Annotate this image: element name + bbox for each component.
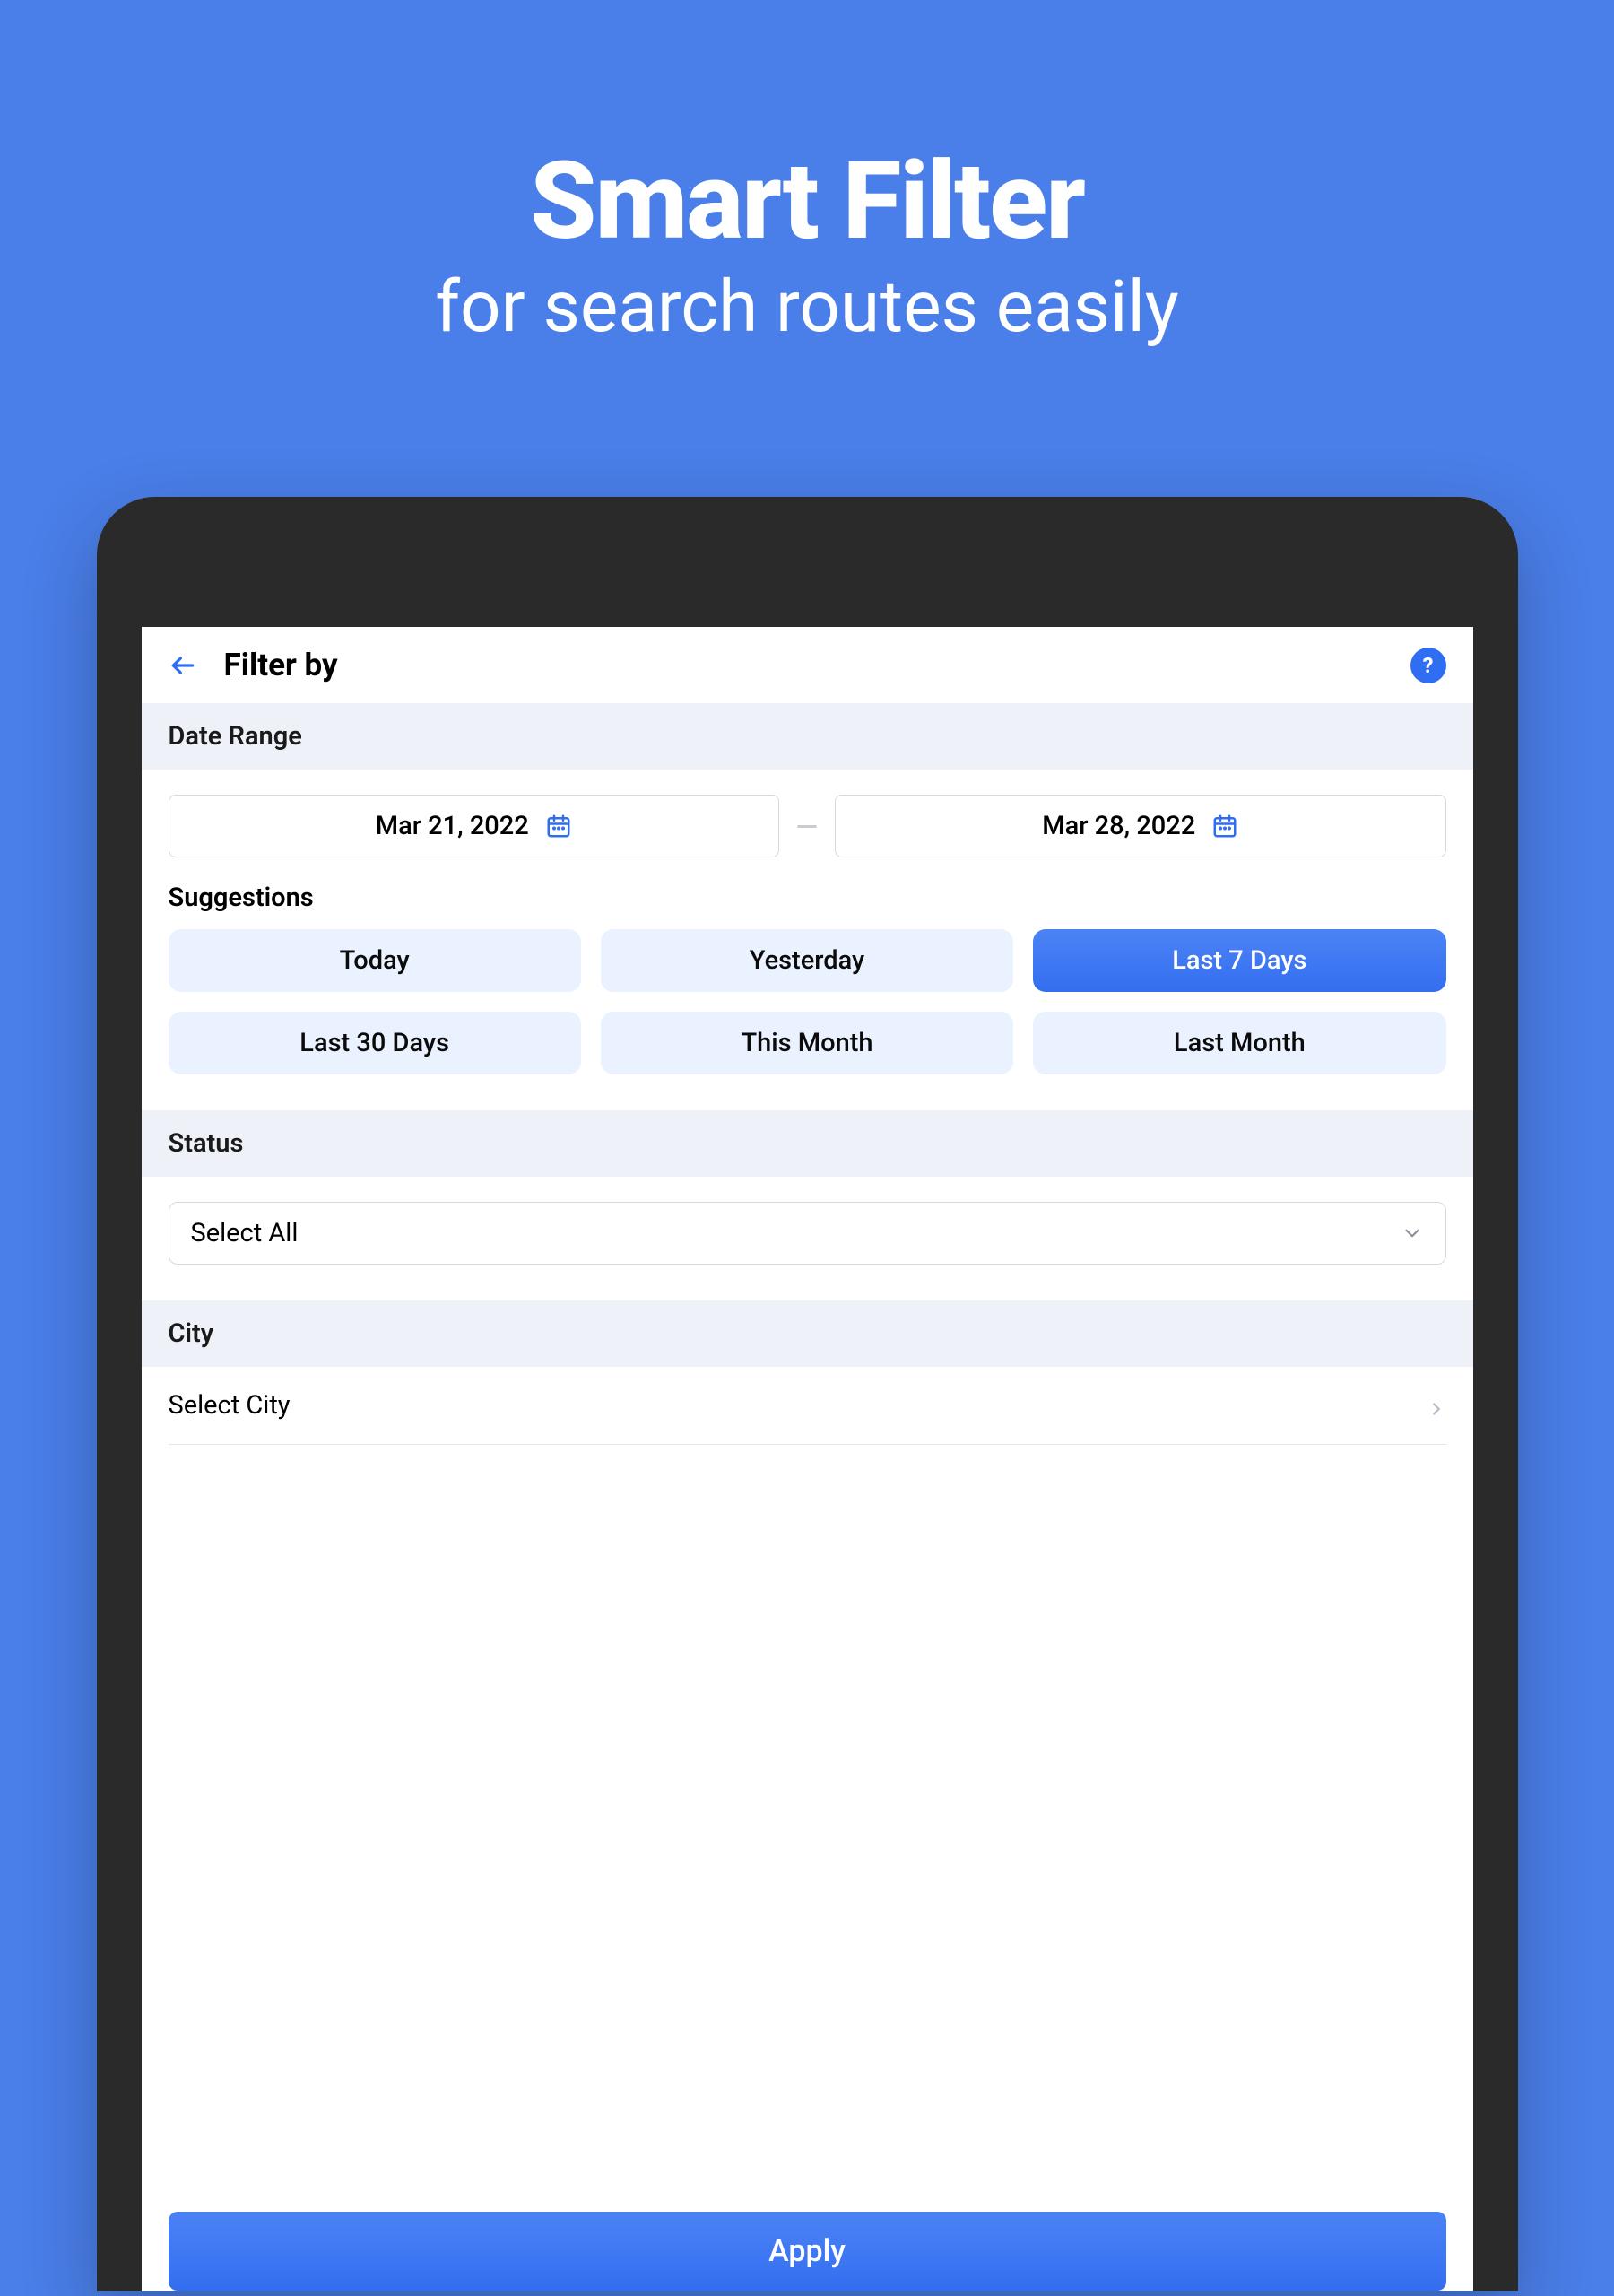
hero-subtitle: for search routes easily bbox=[435, 265, 1179, 349]
end-date-value: Mar 28, 2022 bbox=[1042, 811, 1195, 841]
section-header-date-range: Date Range bbox=[142, 703, 1473, 770]
start-date-field[interactable]: Mar 21, 2022 bbox=[169, 795, 780, 857]
chip-last-7-days[interactable]: Last 7 Days bbox=[1033, 929, 1445, 992]
hero-title: Smart Filter bbox=[435, 139, 1179, 265]
help-button[interactable]: ? bbox=[1410, 648, 1446, 683]
apply-button[interactable]: Apply bbox=[169, 2212, 1446, 2291]
chevron-down-icon bbox=[1401, 1222, 1424, 1245]
help-icon: ? bbox=[1423, 653, 1434, 678]
date-range-row: Mar 21, 2022 bbox=[142, 770, 1473, 857]
content-spacer bbox=[142, 1445, 1473, 2212]
date-range-separator bbox=[797, 825, 817, 828]
chip-last-month[interactable]: Last Month bbox=[1033, 1012, 1445, 1074]
calendar-icon bbox=[545, 813, 572, 839]
section-header-city: City bbox=[142, 1300, 1473, 1367]
tablet-frame: Filter by ? Date Range Mar 21, 2022 bbox=[97, 497, 1518, 2291]
app-screen: Filter by ? Date Range Mar 21, 2022 bbox=[142, 627, 1473, 2291]
city-select-row[interactable]: Select City bbox=[142, 1367, 1473, 1444]
start-date-value: Mar 21, 2022 bbox=[376, 811, 529, 841]
chevron-right-icon bbox=[1427, 1396, 1446, 1415]
section-header-status: Status bbox=[142, 1110, 1473, 1177]
end-date-field[interactable]: Mar 28, 2022 bbox=[835, 795, 1446, 857]
back-arrow-icon[interactable] bbox=[169, 651, 197, 680]
chip-last-30-days[interactable]: Last 30 Days bbox=[169, 1012, 581, 1074]
toolbar: Filter by ? bbox=[142, 627, 1473, 703]
chip-today[interactable]: Today bbox=[169, 929, 581, 992]
status-select[interactable]: Select All bbox=[169, 1202, 1446, 1265]
hero-block: Smart Filter for search routes easily bbox=[435, 139, 1179, 349]
city-placeholder: Select City bbox=[169, 1390, 291, 1421]
apply-button-label: Apply bbox=[768, 2233, 846, 2269]
suggestions-label: Suggestions bbox=[142, 857, 1473, 929]
page-title: Filter by bbox=[224, 647, 338, 683]
status-selected-value: Select All bbox=[191, 1218, 299, 1248]
chip-yesterday[interactable]: Yesterday bbox=[601, 929, 1013, 992]
chip-this-month[interactable]: This Month bbox=[601, 1012, 1013, 1074]
calendar-icon bbox=[1211, 813, 1238, 839]
suggestion-chip-grid: Today Yesterday Last 7 Days Last 30 Days… bbox=[142, 929, 1473, 1110]
